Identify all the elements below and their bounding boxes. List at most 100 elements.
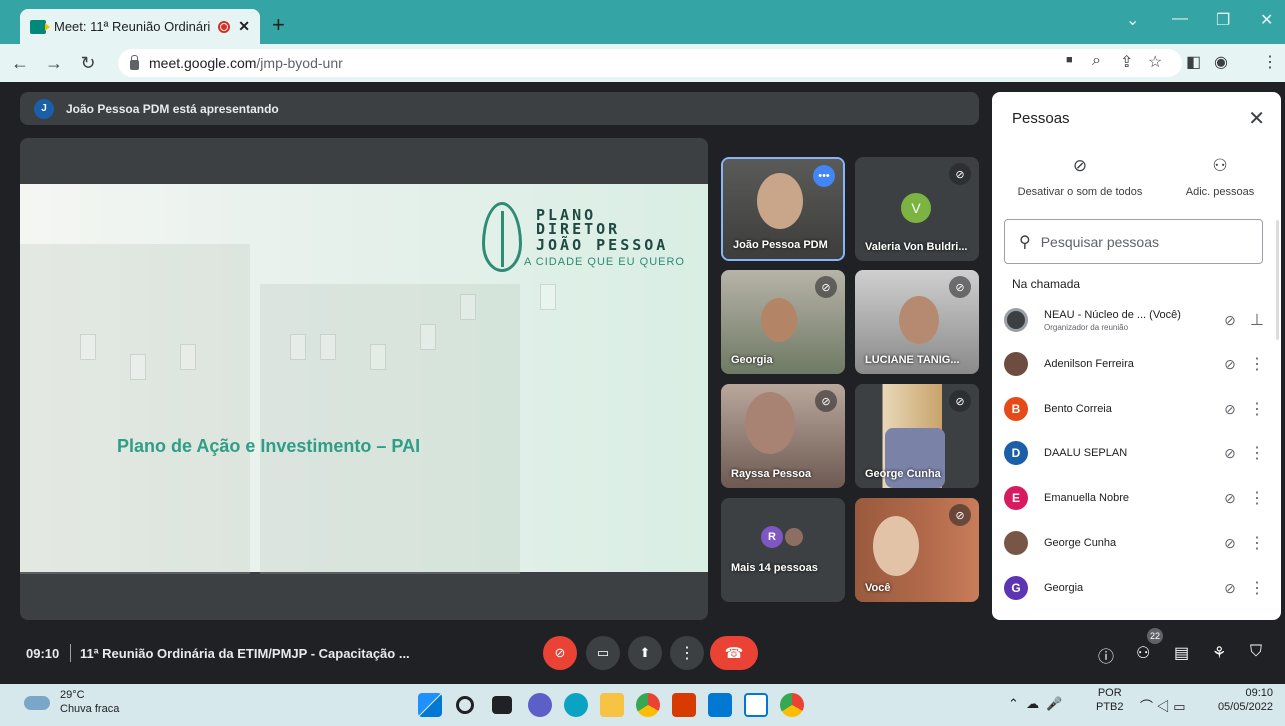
participant-row[interactable]: Adenilson Ferreira ⊘ ⋮ (1004, 342, 1269, 386)
activities-icon[interactable]: ⚘ (1212, 643, 1226, 663)
wifi-volume-battery-icon[interactable]: ⌒ ◁ ▭ (1140, 696, 1186, 715)
mic-off-icon[interactable]: ⊘ (1215, 401, 1245, 418)
panel-title: Pessoas (1012, 110, 1070, 127)
add-people-label: Adic. pessoas (1185, 186, 1255, 198)
minimize-button[interactable]: — (1172, 10, 1188, 28)
search-icon[interactable] (456, 696, 474, 714)
camera-indicator-icon[interactable]: ■ (1066, 54, 1073, 66)
participant-tile[interactable]: ⊘ Georgia (721, 270, 845, 374)
slide-window-shape (370, 344, 386, 370)
input-language[interactable]: POR PTB2 (1096, 686, 1124, 714)
mic-off-icon: ⊘ (949, 276, 971, 298)
taskbar-clock[interactable]: 09:10 05/05/2022 (1218, 686, 1273, 714)
zoom-icon[interactable]: ⌕ (1092, 52, 1101, 70)
pin-icon[interactable]: ⊥ (1245, 310, 1269, 330)
lock-icon (130, 54, 139, 70)
system-tray-icons[interactable]: ⌃ ☁ 🎤 (1008, 696, 1063, 712)
file-explorer-icon[interactable] (600, 693, 624, 717)
notepad-icon[interactable] (744, 693, 768, 717)
back-icon[interactable]: ← (6, 53, 34, 74)
close-window-button[interactable]: ✕ (1260, 10, 1273, 30)
chrome-icon[interactable] (636, 693, 660, 717)
tab-close-icon[interactable]: ✕ (238, 18, 250, 35)
mic-off-icon[interactable]: ⊘ (1215, 535, 1245, 552)
participant-avatar: G (1004, 576, 1028, 600)
leave-call-button[interactable]: ☎ (710, 636, 758, 670)
more-options-icon[interactable]: ⋮ (1245, 533, 1269, 553)
camera-toggle-button[interactable]: ▭ (586, 636, 620, 670)
participant-row[interactable]: G Georgia ⊘ ⋮ (1004, 566, 1269, 610)
mail-icon[interactable] (708, 693, 732, 717)
participant-tile[interactable]: ⊘ Rayssa Pessoa (721, 384, 845, 488)
self-view-tile[interactable]: ⊘ Você (855, 498, 979, 602)
office-icon[interactable] (672, 693, 696, 717)
people-search-input[interactable]: ⚲ Pesquisar pessoas (1004, 219, 1263, 264)
host-controls-icon[interactable]: ⛉ (1250, 643, 1262, 661)
browser-tab[interactable]: Meet: 11ª Reunião Ordinária ✕ (20, 9, 260, 44)
chat-icon[interactable]: ▤ (1174, 643, 1189, 663)
slide-window-shape (420, 324, 436, 350)
mic-off-icon[interactable]: ⊘ (1215, 312, 1245, 329)
profile-avatar-icon[interactable]: ◉ (1214, 52, 1228, 72)
mic-off-icon[interactable]: ⊘ (1215, 490, 1245, 507)
mic-off-icon[interactable]: ⊘ (1215, 356, 1245, 373)
more-options-icon[interactable]: ⋮ (1245, 578, 1269, 598)
task-view-icon[interactable] (492, 696, 512, 714)
restore-button[interactable]: ❐ (1216, 10, 1230, 30)
tab-search-icon[interactable]: ⌄ (1126, 10, 1139, 30)
participant-role: Organizador da reunião (1044, 322, 1129, 332)
reload-icon[interactable]: ↻ (74, 53, 102, 74)
slide-heading: Plano de Ação e Investimento – PAI (117, 436, 421, 456)
participant-row[interactable]: E Emanuella Nobre ⊘ ⋮ (1004, 476, 1269, 520)
forward-icon[interactable]: → (40, 53, 68, 74)
more-options-icon[interactable]: ⋮ (1245, 354, 1269, 374)
mic-toggle-button[interactable]: ⊘ (543, 636, 577, 670)
presenter-avatar: J (34, 98, 54, 119)
mic-off-icon: ⊘ (815, 390, 837, 412)
chat-teams-icon[interactable] (528, 693, 552, 717)
edge-browser-icon[interactable] (564, 693, 588, 717)
mic-off-icon[interactable]: ⊘ (1215, 580, 1245, 597)
participant-video-face (761, 298, 797, 342)
menu-kebab-icon[interactable]: ⋮ (1262, 52, 1278, 72)
mic-off-icon: ⊘ (949, 390, 971, 412)
address-bar[interactable]: meet.google.com/jmp-byod-unr (118, 49, 1182, 77)
more-participants-tile[interactable]: R Mais 14 pessoas (721, 498, 845, 602)
participant-row[interactable]: NEAU - Núcleo de ... (Você) Organizador d… (1004, 298, 1269, 342)
more-options-icon[interactable]: ⋮ (1245, 488, 1269, 508)
participant-row[interactable]: George Cunha ⊘ ⋮ (1004, 521, 1269, 565)
mute-all-button[interactable]: ⊘ Desativar o som de todos (1010, 156, 1150, 198)
share-icon[interactable]: ⇪ (1120, 52, 1133, 72)
start-menu-icon[interactable] (418, 693, 442, 717)
meeting-info-icon[interactable]: ⓘ (1098, 643, 1114, 667)
slide-window-shape (80, 334, 96, 360)
weather-widget[interactable]: 29°C Chuva fraca (60, 688, 119, 716)
more-options-icon[interactable]: ⋮ (1245, 399, 1269, 419)
meeting-clock: 09:10 (26, 646, 60, 661)
participant-tile[interactable]: ⊘ V Valeria Von Buldri... (855, 157, 979, 261)
panel-scrollbar[interactable] (1276, 220, 1279, 340)
logo-tagline: A CIDADE QUE EU QUERO (524, 256, 685, 268)
mic-off-icon[interactable]: ⊘ (1215, 445, 1245, 462)
participant-row[interactable]: B Bento Correia ⊘ ⋮ (1004, 387, 1269, 431)
participant-tile[interactable]: ••• João Pessoa PDM (721, 157, 845, 261)
participant-tile[interactable]: ⊘ LUCIANE TANIG... (855, 270, 979, 374)
chrome-profile-icon[interactable] (780, 693, 804, 717)
people-icon[interactable]: ⚇ (1136, 643, 1150, 663)
more-options-button[interactable]: ⋮ (670, 636, 704, 670)
in-call-section-label: Na chamada (1012, 277, 1081, 291)
side-panel-icon[interactable]: ◧ (1186, 52, 1201, 72)
more-options-icon[interactable]: ••• (813, 165, 835, 187)
meeting-title: 11ª Reunião Ordinária da ETIM/PMJP - Cap… (80, 646, 410, 661)
participant-row[interactable]: D DAALU SEPLAN ⊘ ⋮ (1004, 431, 1269, 475)
add-people-button[interactable]: ⚇ Adic. pessoas (1180, 156, 1260, 198)
new-tab-button[interactable]: + (272, 12, 285, 38)
recording-icon (218, 20, 231, 33)
participant-avatar-photo (783, 526, 805, 548)
bookmark-star-icon[interactable]: ☆ (1148, 52, 1162, 72)
close-panel-icon[interactable]: ✕ (1248, 106, 1265, 131)
present-screen-button[interactable]: ⬆ (628, 636, 662, 670)
participant-tile[interactable]: ⊘ George Cunha (855, 384, 979, 488)
slide-window-shape (540, 284, 556, 310)
more-options-icon[interactable]: ⋮ (1245, 443, 1269, 463)
